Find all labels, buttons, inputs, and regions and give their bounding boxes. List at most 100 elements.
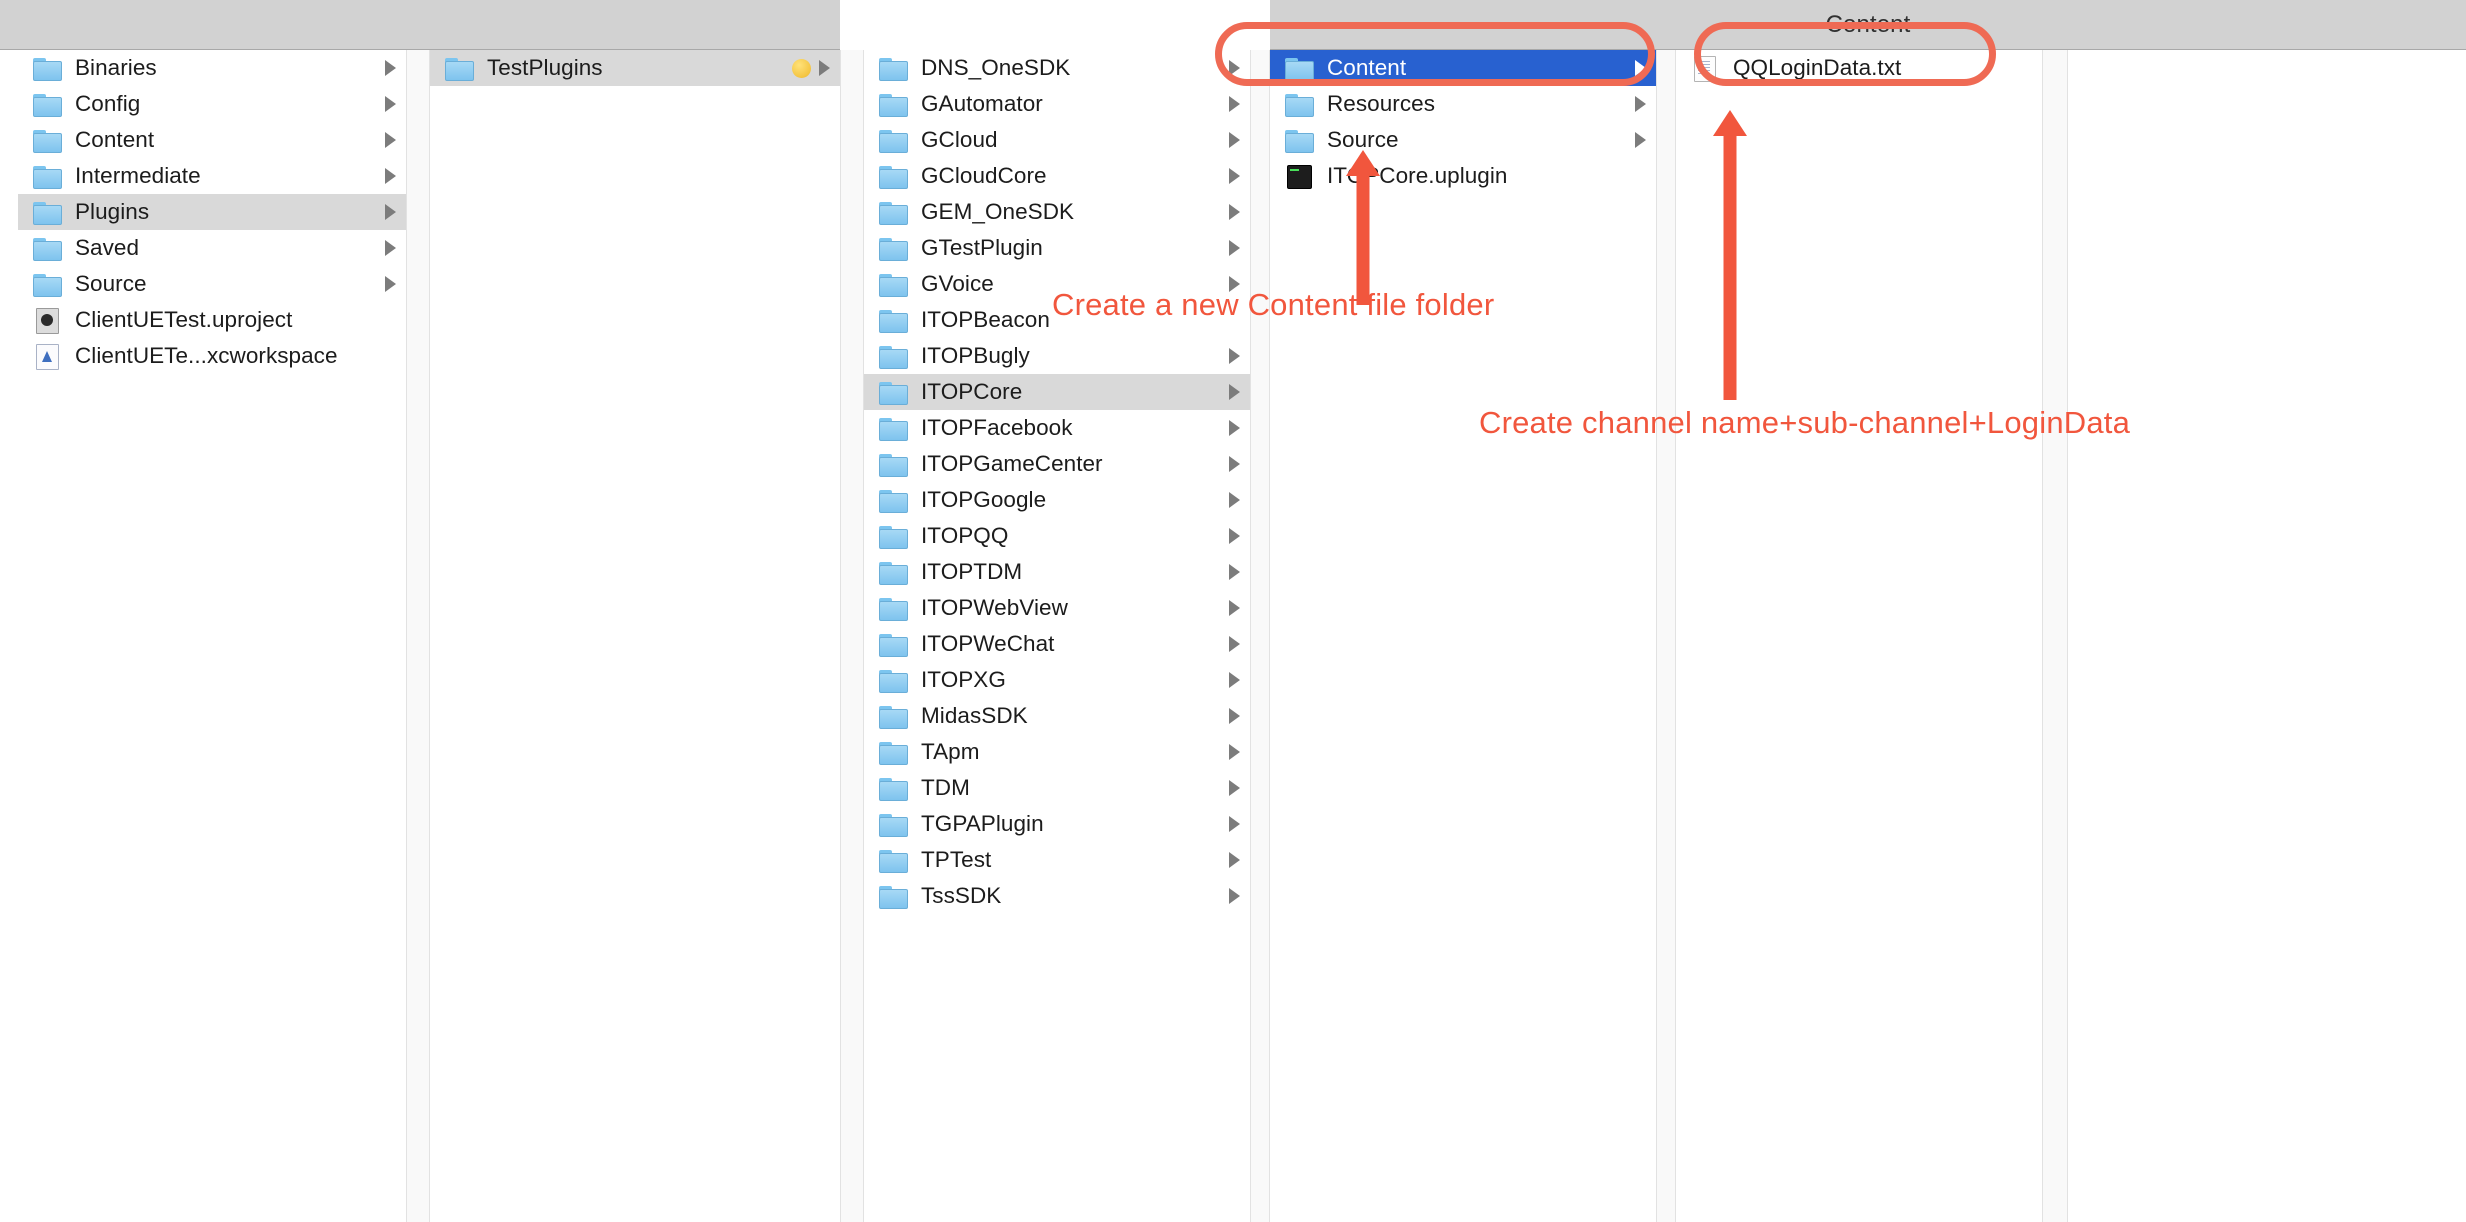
disclosure-chevron-icon[interactable] (1229, 780, 1240, 796)
disclosure-chevron-icon[interactable] (385, 96, 396, 112)
disclosure-chevron-icon[interactable] (1229, 528, 1240, 544)
file-row[interactable]: DNS_OneSDK (864, 50, 1250, 86)
file-row[interactable]: TssSDK (864, 878, 1250, 914)
file-row[interactable]: Source (1270, 122, 1656, 158)
disclosure-chevron-icon[interactable] (1229, 348, 1240, 364)
file-row-label: ITOPFacebook (921, 415, 1073, 440)
file-row-label: Binaries (75, 55, 157, 80)
disclosure-chevron-icon[interactable] (1229, 168, 1240, 184)
file-row[interactable]: TestPlugins (430, 50, 840, 86)
file-row[interactable]: Content (1270, 50, 1656, 86)
column-divider-4[interactable] (1656, 50, 1676, 1222)
file-row[interactable]: ITOPGoogle (864, 482, 1250, 518)
disclosure-chevron-icon[interactable] (1229, 456, 1240, 472)
finder-column-6[interactable] (2068, 50, 2466, 1222)
file-row[interactable]: Plugins (18, 194, 406, 230)
text-document-icon (1690, 55, 1720, 82)
disclosure-chevron-icon[interactable] (1635, 96, 1646, 112)
disclosure-chevron-icon[interactable] (385, 204, 396, 220)
disclosure-chevron-icon[interactable] (1635, 132, 1646, 148)
file-row-label: Plugins (75, 199, 150, 224)
file-row[interactable]: ITOPTDM (864, 554, 1250, 590)
file-row-label: ClientUETest.uproject (75, 307, 293, 332)
file-row[interactable]: ITOPWeChat (864, 626, 1250, 662)
file-row-label: GEM_OneSDK (921, 199, 1075, 224)
finder-column-2[interactable]: TestPlugins (430, 50, 840, 1222)
file-row[interactable]: ClientUETest.uproject (18, 302, 406, 338)
file-row[interactable]: ITOPCore (864, 374, 1250, 410)
disclosure-chevron-icon[interactable] (385, 240, 396, 256)
folder-icon (878, 127, 908, 153)
disclosure-chevron-icon[interactable] (1229, 420, 1240, 436)
file-row[interactable]: GCloud (864, 122, 1250, 158)
disclosure-chevron-icon[interactable] (385, 276, 396, 292)
file-row[interactable]: Content (18, 122, 406, 158)
disclosure-chevron-icon[interactable] (385, 132, 396, 148)
file-row[interactable]: TApm (864, 734, 1250, 770)
disclosure-chevron-icon[interactable] (1229, 636, 1240, 652)
preview-pane-title: Content (1825, 10, 1911, 38)
file-row[interactable]: ClientUETe...xcworkspace (18, 338, 406, 374)
finder-column-1[interactable]: Binaries Config Content Intermediate Plugins… (18, 50, 406, 1222)
file-row-label: DNS_OneSDK (921, 55, 1071, 80)
file-row[interactable]: TGPAPlugin (864, 806, 1250, 842)
finder-column-3[interactable]: DNS_OneSDK GAutomator GCloud GCloudCore GEM_… (864, 50, 1250, 1222)
column-divider-2[interactable] (840, 50, 864, 1222)
disclosure-chevron-icon[interactable] (1635, 60, 1646, 76)
file-row-label: ClientUETe...xcworkspace (75, 343, 338, 368)
folder-icon (878, 235, 908, 261)
folder-icon (878, 307, 908, 333)
disclosure-chevron-icon[interactable] (1229, 672, 1240, 688)
disclosure-chevron-icon[interactable] (1229, 888, 1240, 904)
disclosure-chevron-icon[interactable] (1229, 60, 1240, 76)
file-row[interactable]: GTestPlugin (864, 230, 1250, 266)
file-row[interactable]: TPTest (864, 842, 1250, 878)
file-row[interactable]: Config (18, 86, 406, 122)
folder-icon (32, 271, 62, 297)
disclosure-chevron-icon[interactable] (1229, 600, 1240, 616)
file-row[interactable]: ITOPXG (864, 662, 1250, 698)
file-row[interactable]: GEM_OneSDK (864, 194, 1250, 230)
file-row[interactable]: Intermediate (18, 158, 406, 194)
column-divider-5[interactable] (2042, 50, 2068, 1222)
file-row[interactable]: ITOPGameCenter (864, 446, 1250, 482)
disclosure-chevron-icon[interactable] (819, 60, 830, 76)
file-row[interactable]: Source (18, 266, 406, 302)
disclosure-chevron-icon[interactable] (1229, 240, 1240, 256)
disclosure-chevron-icon[interactable] (1229, 816, 1240, 832)
disclosure-chevron-icon[interactable] (1229, 132, 1240, 148)
column-divider-3[interactable] (1250, 50, 1270, 1222)
disclosure-chevron-icon[interactable] (1229, 744, 1240, 760)
disclosure-chevron-icon[interactable] (1229, 96, 1240, 112)
file-row-label: MidasSDK (921, 703, 1028, 728)
disclosure-chevron-icon[interactable] (385, 60, 396, 76)
disclosure-chevron-icon[interactable] (1229, 708, 1240, 724)
column-divider-1[interactable] (406, 50, 430, 1222)
file-row[interactable]: Resources (1270, 86, 1656, 122)
file-row-label: ITOPCore (921, 379, 1023, 404)
disclosure-chevron-icon[interactable] (1229, 492, 1240, 508)
file-row[interactable]: ITOPCore.uplugin (1270, 158, 1656, 194)
disclosure-chevron-icon[interactable] (1229, 204, 1240, 220)
folder-icon (878, 379, 908, 405)
file-row[interactable]: TDM (864, 770, 1250, 806)
disclosure-chevron-icon[interactable] (385, 168, 396, 184)
disclosure-chevron-icon[interactable] (1229, 564, 1240, 580)
file-row[interactable]: ITOPBugly (864, 338, 1250, 374)
file-row[interactable]: QQLoginData.txt (1676, 50, 2042, 86)
disclosure-chevron-icon[interactable] (1229, 852, 1240, 868)
file-row-label: TssSDK (921, 883, 1002, 908)
folder-icon (878, 847, 908, 873)
file-row-label: GAutomator (921, 91, 1043, 116)
disclosure-chevron-icon[interactable] (1229, 384, 1240, 400)
file-row[interactable]: ITOPQQ (864, 518, 1250, 554)
file-row[interactable]: GAutomator (864, 86, 1250, 122)
file-row[interactable]: ITOPFacebook (864, 410, 1250, 446)
file-row[interactable]: ITOPWebView (864, 590, 1250, 626)
file-row[interactable]: GCloudCore (864, 158, 1250, 194)
folder-icon (32, 235, 62, 261)
finder-column-4[interactable]: Content Resources Source ITOPCore.uplugin (1270, 50, 1656, 1222)
file-row[interactable]: Saved (18, 230, 406, 266)
file-row[interactable]: MidasSDK (864, 698, 1250, 734)
file-row[interactable]: Binaries (18, 50, 406, 86)
